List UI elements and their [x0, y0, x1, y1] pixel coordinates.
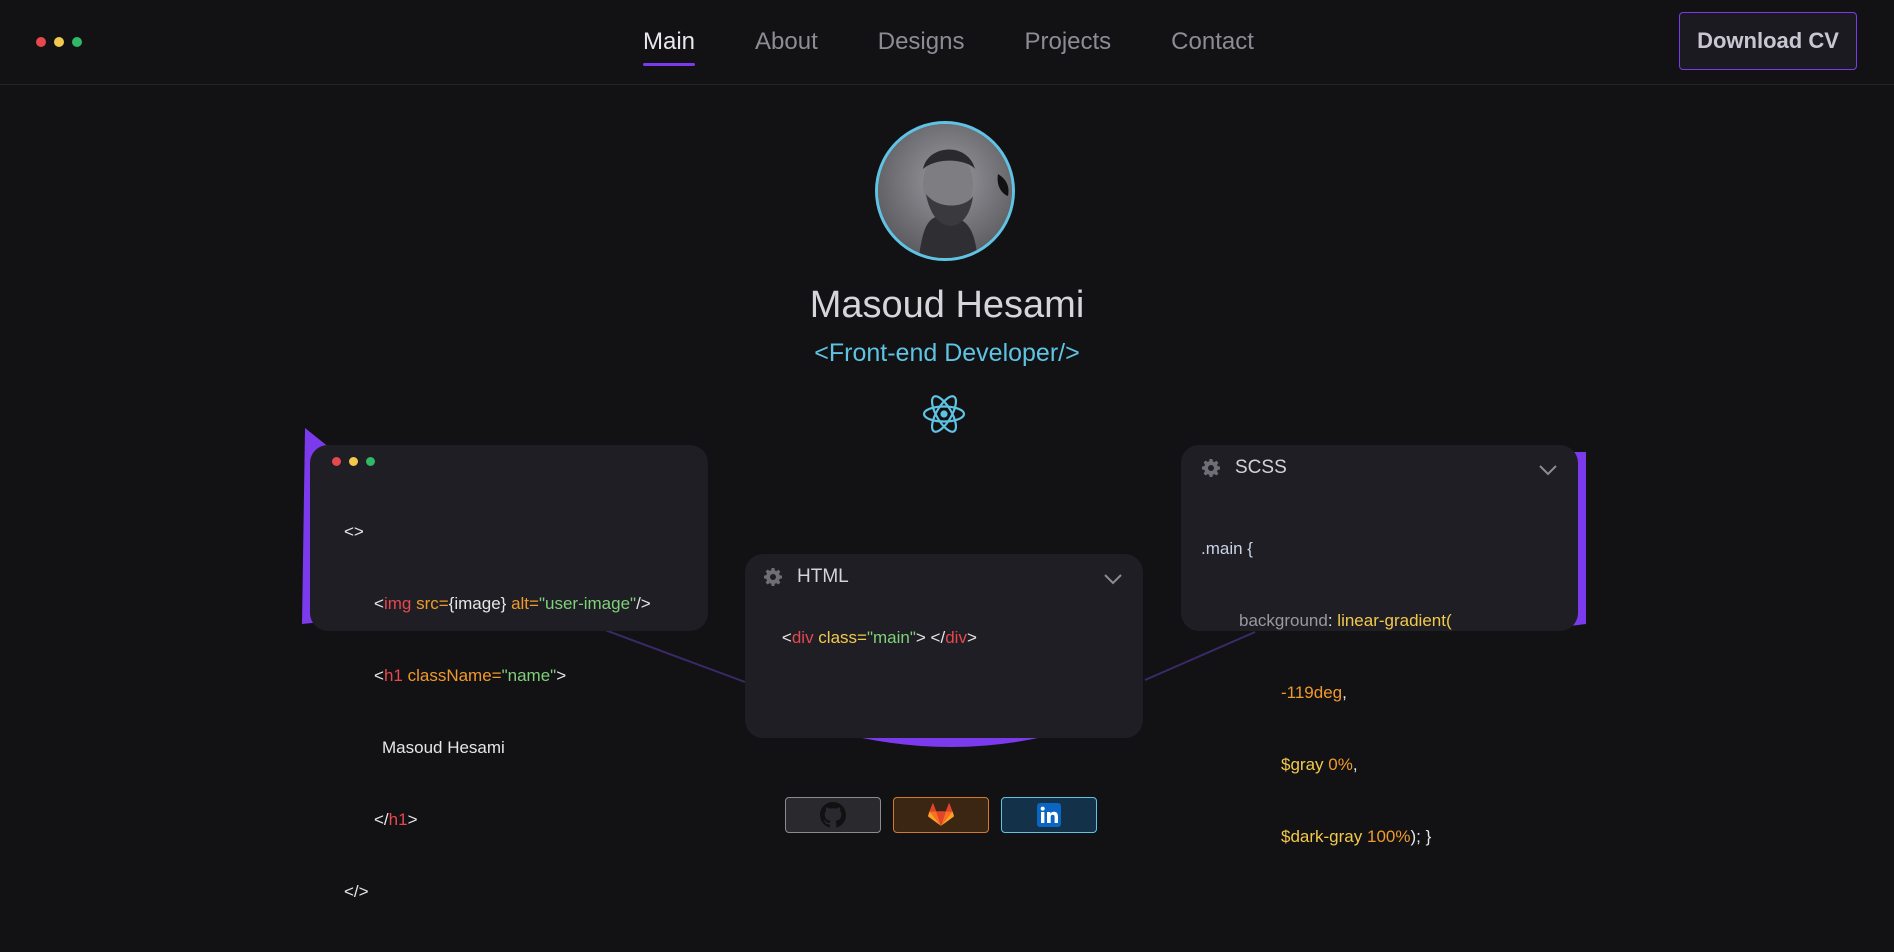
card-title: HTML — [797, 566, 849, 587]
code-token: 0% — [1323, 755, 1353, 774]
code-line: Masoud Hesami — [344, 736, 686, 760]
code-token: div — [945, 628, 967, 647]
code-token: = — [857, 628, 867, 647]
gitlab-button[interactable] — [893, 797, 989, 833]
code-line: </> — [344, 880, 686, 904]
card-title: SCSS — [1235, 457, 1287, 478]
code-token: 100% — [1362, 827, 1411, 846]
code-line: <img src={image} alt="user-image"/> — [344, 592, 686, 616]
chevron-down-icon[interactable] — [1538, 463, 1558, 477]
code-token: = — [491, 666, 502, 685]
card-dots — [332, 457, 686, 466]
code-token: .main { — [1201, 539, 1253, 558]
code-token: h1 — [388, 810, 408, 829]
code-token: /> — [636, 594, 651, 613]
code-line: <h1 className="name"> — [344, 664, 686, 688]
github-icon — [820, 802, 846, 828]
code-token: < — [781, 628, 792, 647]
gear-icon[interactable] — [763, 567, 783, 587]
code-token: , — [1342, 683, 1347, 702]
jsx-code: <> <img src={image} alt="user-image"/> <… — [332, 472, 686, 952]
code-token: $dark-gray — [1281, 827, 1363, 846]
code-token: = — [438, 594, 449, 613]
code-token: </ — [374, 810, 389, 829]
code-line: .main { — [1201, 537, 1558, 561]
code-token: "main" — [866, 628, 916, 647]
code-token: class — [813, 628, 858, 647]
code-token: className — [402, 666, 492, 685]
linkedin-icon — [1037, 803, 1061, 827]
code-token: img — [383, 594, 412, 613]
code-line: background: linear-gradient( — [1201, 609, 1558, 633]
code-token: = — [529, 594, 539, 613]
code-token: linear-gradient( — [1337, 611, 1452, 630]
code-token: ); } — [1410, 827, 1432, 846]
scss-code: .main { background: linear-gradient( -11… — [1201, 489, 1558, 897]
code-line: -119deg, — [1201, 681, 1558, 705]
code-token: < — [374, 666, 384, 685]
html-code: <div class="main"> </div> — [763, 602, 1125, 674]
code-token: alt — [506, 594, 530, 613]
code-token: > </ — [915, 628, 946, 647]
code-token: > — [966, 628, 977, 647]
code-token: "name" — [501, 666, 557, 685]
jsx-code-card: <> <img src={image} alt="user-image"/> <… — [310, 445, 708, 901]
code-line: $gray 0%, — [1201, 753, 1558, 777]
dot-yellow-icon — [349, 457, 358, 466]
code-token: , — [1352, 755, 1358, 774]
code-token: > — [556, 666, 567, 685]
code-token: background — [1239, 611, 1328, 630]
dot-green-icon — [366, 457, 375, 466]
scss-code-card: SCSS .main { background: linear-gradient… — [1181, 445, 1578, 846]
code-line: </h1> — [344, 808, 686, 832]
code-token: > — [407, 810, 418, 829]
dot-red-icon — [332, 457, 341, 466]
code-token: h1 — [383, 666, 403, 685]
code-token: : — [1327, 611, 1338, 630]
gitlab-icon — [928, 803, 954, 826]
code-token: {image} — [448, 594, 507, 613]
html-code-card: HTML <div class="main"> </div> — [745, 554, 1143, 738]
code-token: $gray — [1281, 755, 1324, 774]
linkedin-button[interactable] — [1001, 797, 1097, 833]
code-token: -119deg — [1281, 683, 1343, 702]
gear-icon[interactable] — [1201, 458, 1221, 478]
code-token: div — [791, 628, 814, 647]
github-button[interactable] — [785, 797, 881, 833]
code-token: "user-image" — [538, 594, 637, 613]
code-token: <> — [344, 522, 364, 541]
card-header: HTML — [763, 566, 1125, 588]
chevron-down-icon[interactable] — [1103, 572, 1123, 586]
code-token: src — [411, 594, 439, 613]
code-token: Masoud Hesami — [382, 738, 505, 757]
code-token: < — [374, 594, 384, 613]
code-line: $dark-gray 100%); } — [1201, 825, 1558, 849]
card-header: SCSS — [1201, 457, 1558, 479]
code-line: <> — [344, 520, 686, 544]
code-token: </> — [344, 882, 369, 901]
